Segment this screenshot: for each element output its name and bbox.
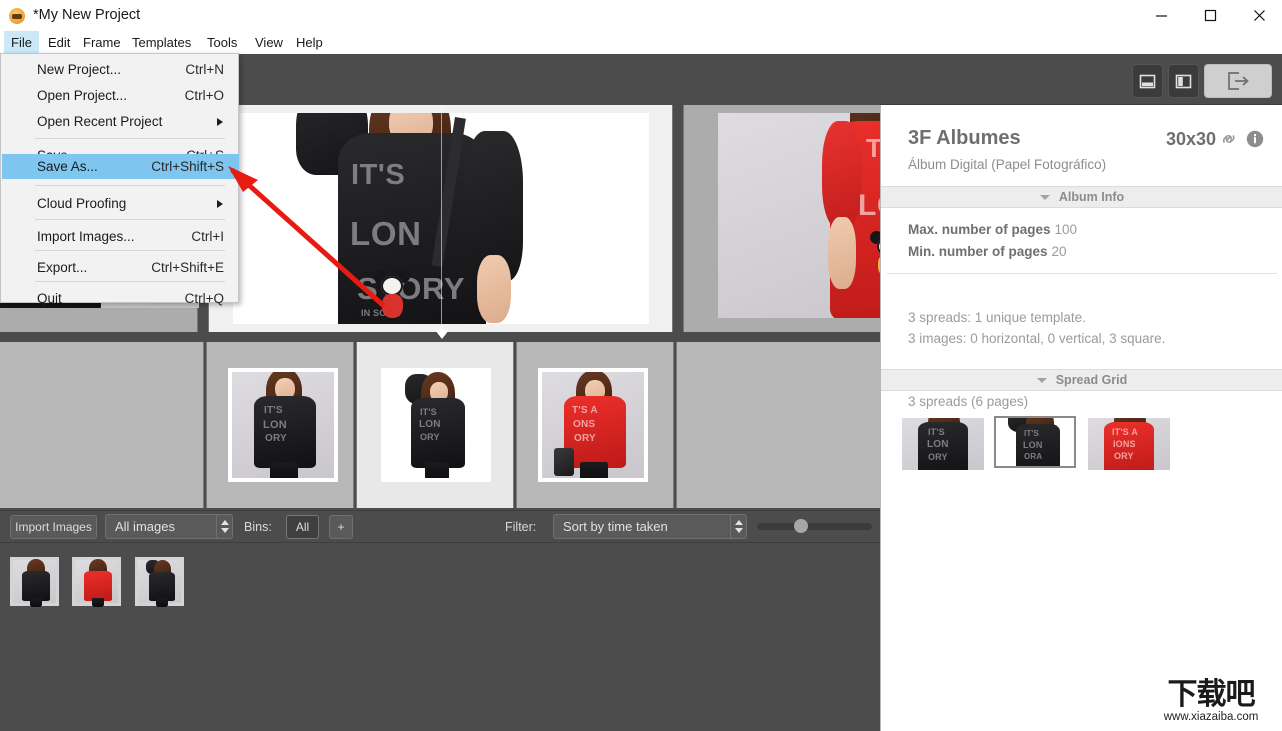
- album-size: 30x30: [1165, 129, 1216, 149]
- menu-file[interactable]: File: [4, 31, 39, 54]
- title-bar: *My New Project: [0, 0, 1282, 31]
- images-filter-stepper[interactable]: [216, 514, 233, 539]
- page-thumb-3: T'S A ONS ORY: [538, 368, 648, 482]
- info-circle-icon[interactable]: [1246, 130, 1264, 148]
- menu-view[interactable]: View: [248, 31, 290, 54]
- page-thumb-1: IT'S LON ORY: [228, 368, 338, 482]
- spread-next-photo: T' LO: [718, 113, 880, 318]
- spread-thumb-1[interactable]: IT'S LON ORY: [902, 418, 984, 470]
- filmstrip-thumb-1[interactable]: [10, 557, 59, 607]
- filmstrip-thumb-3[interactable]: [135, 557, 184, 607]
- window-title: *My New Project: [33, 7, 141, 23]
- menu-frame[interactable]: Frame: [76, 31, 128, 54]
- sort-filter-stepper[interactable]: [730, 514, 747, 539]
- menu-separator-5: [35, 281, 225, 282]
- sort-filter-select[interactable]: Sort by time taken: [553, 514, 743, 539]
- submenu-arrow-icon: [217, 200, 223, 208]
- spread-thumb-3[interactable]: IT'S A IONS ORY: [1088, 418, 1170, 470]
- minimize-button[interactable]: [1138, 0, 1184, 31]
- close-button[interactable]: [1236, 0, 1282, 31]
- add-bin-button[interactable]: +: [329, 515, 353, 539]
- menu-separator-3: [35, 219, 225, 220]
- menu-item-open-recent-project[interactable]: Open Recent Project: [2, 110, 239, 134]
- image-orientation-note: 3 images: 0 horizontal, 0 vertical, 3 sq…: [908, 331, 1166, 346]
- menu-templates[interactable]: Templates: [125, 31, 198, 54]
- maximize-button[interactable]: [1187, 0, 1233, 31]
- page-cell-4[interactable]: [676, 342, 880, 508]
- spread-next[interactable]: T' LO: [683, 105, 880, 332]
- application-window: *My New Project File Edit Frame Template…: [0, 0, 1282, 731]
- thumbnail-zoom-slider-handle[interactable]: [794, 519, 808, 533]
- album-name: 3F Albumes: [908, 127, 1021, 149]
- bins-label: Bins:: [244, 520, 272, 534]
- import-images-button[interactable]: Import Images: [10, 515, 97, 539]
- single-page-view-button[interactable]: [1132, 64, 1163, 98]
- spread-fold-marker[interactable]: [435, 330, 449, 339]
- menu-separator-1: [35, 138, 225, 139]
- menu-separator-2: [35, 185, 225, 186]
- menu-tools[interactable]: Tools: [200, 31, 244, 54]
- spread-grid-count: 3 spreads (6 pages): [908, 394, 1029, 409]
- filter-label: Filter:: [505, 520, 537, 534]
- thumbnail-zoom-slider[interactable]: [757, 523, 872, 530]
- page-cell-1[interactable]: IT'S LON ORY: [206, 342, 354, 508]
- page-strip[interactable]: IT'S LON ORY IT'S LON ORY T'S A ONS ORY: [0, 340, 880, 510]
- export-button[interactable]: [1204, 64, 1272, 98]
- max-pages-value: 100: [1054, 222, 1078, 237]
- max-pages-label: Max. number of pages: [908, 222, 1051, 237]
- menu-item-new-project[interactable]: New Project... Ctrl+N: [2, 58, 239, 82]
- album-app-icon: [9, 8, 25, 24]
- menu-item-quit[interactable]: Quit Ctrl+Q: [2, 287, 239, 311]
- menu-item-open-project[interactable]: Open Project... Ctrl+O: [2, 84, 239, 108]
- menu-item-save-as[interactable]: Save As... Ctrl+Shift+S: [2, 154, 239, 179]
- file-menu-popup[interactable]: New Project... Ctrl+N Open Project... Ct…: [0, 53, 239, 306]
- image-filmstrip[interactable]: [0, 543, 880, 731]
- min-pages-label: Min. number of pages: [908, 244, 1048, 259]
- menu-item-export[interactable]: Export... Ctrl+Shift+E: [2, 256, 239, 280]
- watermark-chinese: 下载吧: [1167, 677, 1256, 713]
- images-filter-select[interactable]: All images: [105, 514, 233, 539]
- album-info-section-header[interactable]: Album Info: [881, 186, 1282, 208]
- spread-grid-section-label: Spread Grid: [1055, 373, 1128, 387]
- export-arrow-icon: [1228, 72, 1249, 90]
- double-page-view-button[interactable]: [1168, 64, 1199, 98]
- chevron-down-icon: [1039, 194, 1050, 200]
- filmstrip-thumb-2[interactable]: [72, 557, 121, 607]
- page-cell-2-selected[interactable]: IT'S LON ORY: [356, 342, 514, 508]
- watermark-url: www.xiazaiba.com: [1163, 711, 1259, 724]
- menu-item-cloud-proofing[interactable]: Cloud Proofing: [2, 192, 239, 216]
- chain-link-icon[interactable]: [1220, 131, 1238, 147]
- page-cell-0[interactable]: [0, 342, 204, 508]
- spread-current[interactable]: IT'S LON STORY IN SOME: [208, 105, 673, 339]
- max-pages-row: Max. number of pages 100: [908, 222, 1077, 237]
- spread-thumb-2[interactable]: IT'S LON ORA: [994, 416, 1076, 468]
- menu-separator-4: [35, 250, 225, 251]
- album-info-panel: 3F Albumes 30x30 Álbum Digital (Papel Fo…: [880, 105, 1282, 731]
- menu-edit[interactable]: Edit: [41, 31, 77, 54]
- panel-divider: [887, 273, 1277, 274]
- min-pages-row: Min. number of pages 20: [908, 244, 1067, 259]
- page-thumb-2: IT'S LON ORY: [381, 368, 491, 482]
- page-cell-3[interactable]: T'S A ONS ORY: [516, 342, 674, 508]
- submenu-arrow-icon: [217, 118, 223, 126]
- menu-bar: File Edit Frame Templates Tools View Hel…: [0, 31, 1282, 54]
- min-pages-value: 20: [1051, 244, 1067, 259]
- single-page-view-icon: [1139, 74, 1156, 88]
- chevron-down-icon: [1036, 377, 1047, 383]
- dress-text-line-2: LON: [350, 215, 422, 252]
- dress-text-line-1: IT'S: [351, 159, 406, 191]
- spread-grid-section-header[interactable]: Spread Grid: [881, 369, 1282, 391]
- album-subtitle: Álbum Digital (Papel Fotográfico): [908, 157, 1107, 172]
- double-page-view-icon: [1175, 74, 1192, 88]
- site-watermark: 下载吧 www.xiazaiba.com: [1147, 676, 1275, 728]
- album-info-section-label: Album Info: [1058, 190, 1125, 204]
- menu-item-import-images[interactable]: Import Images... Ctrl+I: [2, 225, 239, 249]
- spread-template-note: 3 spreads: 1 unique template.: [908, 310, 1086, 325]
- bins-all-button[interactable]: All: [286, 515, 319, 539]
- spread-fold-line: [441, 105, 442, 332]
- menu-help[interactable]: Help: [289, 31, 330, 54]
